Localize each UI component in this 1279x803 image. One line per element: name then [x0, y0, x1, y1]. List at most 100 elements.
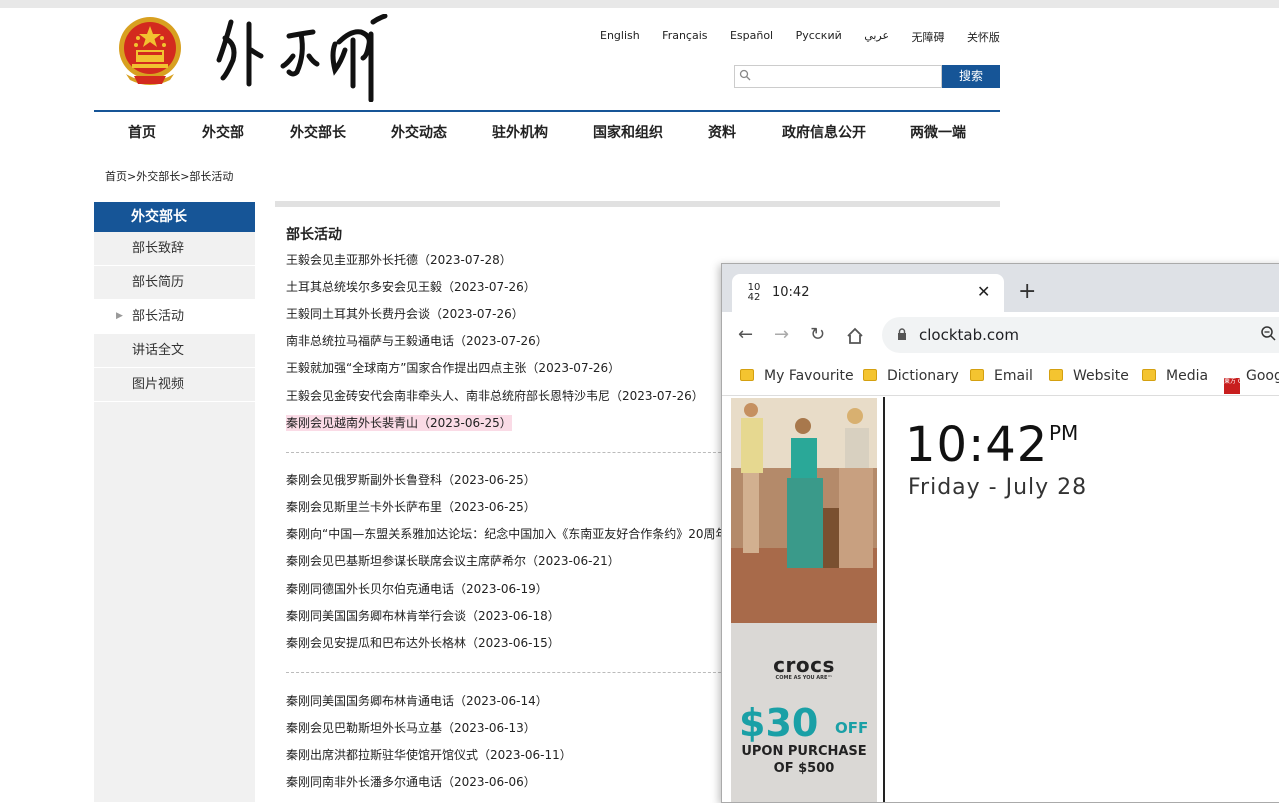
- list-separator: [286, 672, 726, 673]
- oriental-online-logo-icon: 東方 ONLINE: [1224, 378, 1261, 394]
- lang-russian-link[interactable]: Русский: [796, 29, 842, 45]
- news-link-highlighted[interactable]: 秦刚会见越南外长裴青山（2023-06-25）: [286, 415, 512, 431]
- sidebar-item-speeches[interactable]: 部长致辞: [94, 232, 255, 266]
- news-link[interactable]: 秦刚会见巴勒斯坦外长马立基（2023-06-13）: [286, 720, 536, 736]
- nav-social[interactable]: 两微一端: [910, 122, 966, 142]
- news-link[interactable]: 秦刚会见巴基斯坦参谋长联席会议主席萨希尔（2023-06-21）: [286, 553, 620, 569]
- folder-icon: [1142, 369, 1156, 381]
- news-link[interactable]: 南非总统拉马福萨与王毅通电话（2023-07-26）: [286, 333, 548, 349]
- bookmark-folder[interactable]: Dictionary: [863, 368, 959, 384]
- sidebar-item-label: 部长致辞: [132, 241, 185, 256]
- sidebar: 外交部长 部长致辞 部长简历 ▶ 部长活动 讲话全文 图片视频: [94, 202, 255, 802]
- clock-date: Friday - July 28: [908, 475, 1088, 500]
- sidebar-item-label: 部长活动: [132, 309, 185, 324]
- news-link[interactable]: 王毅会见圭亚那外长托德（2023-07-28）: [286, 252, 512, 268]
- sidebar-title: 外交部长: [94, 202, 255, 232]
- sidebar-item-label: 部长简历: [132, 275, 185, 290]
- nav-countries[interactable]: 国家和组织: [593, 122, 663, 142]
- sidebar-item-activities[interactable]: ▶ 部长活动: [94, 300, 255, 334]
- lang-french-link[interactable]: Français: [662, 29, 707, 45]
- breadcrumb[interactable]: 首页>外交部长>部长活动: [105, 168, 233, 184]
- news-link[interactable]: 秦刚出席洪都拉斯驻华使馆开馆仪式（2023-06-11）: [286, 747, 572, 763]
- ad-photo-image[interactable]: [731, 398, 877, 623]
- url-text: clocktab.com: [919, 326, 1019, 344]
- new-tab-icon[interactable]: +: [1018, 279, 1036, 304]
- lang-spanish-link[interactable]: Español: [730, 29, 773, 45]
- folder-icon: [1049, 369, 1063, 381]
- browser-top-edge: [0, 0, 1279, 8]
- tab-strip: 10 42 10:42 ✕ +: [722, 264, 1279, 312]
- home-icon[interactable]: [846, 327, 864, 345]
- sidebar-item-label: 图片视频: [132, 377, 185, 392]
- clock-favicon-icon: 10 42: [747, 282, 761, 303]
- nav-resources[interactable]: 资料: [708, 122, 736, 142]
- tab-title: 10:42: [772, 285, 810, 300]
- sidebar-item-label: 讲话全文: [132, 343, 185, 358]
- news-link[interactable]: 王毅会见金砖安代会南非牵头人、南非总统府部长恩特沙韦尼（2023-07-26）: [286, 388, 704, 404]
- search-icon: [739, 69, 751, 81]
- clocktab-page: crocs COME AS YOU ARE™ $30 OFF UPON PURC…: [722, 397, 1279, 802]
- sidebar-item-full-speeches[interactable]: 讲话全文: [94, 334, 255, 368]
- ad-off: OFF: [835, 719, 869, 737]
- forward-arrow-icon[interactable]: →: [774, 324, 789, 345]
- close-icon[interactable]: ✕: [977, 282, 990, 301]
- accessibility-link[interactable]: 无障碍: [912, 29, 945, 45]
- ad-tagline: COME AS YOU ARE™: [775, 675, 833, 681]
- sidebar-item-media[interactable]: 图片视频: [94, 368, 255, 402]
- mfa-calligraphy-logo[interactable]: [215, 14, 390, 102]
- ad-price: $30: [739, 701, 819, 745]
- news-link[interactable]: 秦刚同德国外长贝尔伯克通电话（2023-06-19）: [286, 581, 548, 597]
- lang-english-link[interactable]: English: [600, 29, 640, 45]
- vertical-divider: [883, 397, 885, 802]
- page-title: 部长活动: [286, 227, 342, 243]
- address-bar[interactable]: clocktab.com: [882, 317, 1279, 353]
- nav-missions[interactable]: 驻外机构: [492, 122, 548, 142]
- bookmarks-bar: My Favourite Dictionary Email Website Me…: [722, 360, 1279, 396]
- zoom-icon[interactable]: [1260, 325, 1276, 341]
- ad-line1: UPON PURCHASE: [741, 744, 867, 759]
- search-button[interactable]: 搜索: [942, 65, 1000, 88]
- bookmark-link[interactable]: 東方 ONLINEGoog: [1224, 368, 1279, 394]
- news-link[interactable]: 秦刚向“中国—东盟关系雅加达论坛：纪念中国加入《东南亚友好合作条约》20周年: [286, 526, 728, 542]
- care-version-link[interactable]: 关怀版: [967, 29, 1000, 45]
- bookmark-folder[interactable]: My Favourite: [740, 368, 854, 384]
- nav-gov-info[interactable]: 政府信息公开: [782, 122, 866, 142]
- content-top-bar: [275, 201, 1000, 207]
- main-nav: 首页 外交部 外交部长 外交动态 驻外机构 国家和组织 资料 政府信息公开 两微…: [94, 112, 1000, 150]
- list-separator: [286, 452, 726, 453]
- news-link[interactable]: 秦刚同美国国务卿布林肯举行会谈（2023-06-18）: [286, 608, 560, 624]
- nav-home[interactable]: 首页: [128, 122, 156, 142]
- reload-icon[interactable]: ↻: [810, 324, 825, 345]
- ad-line2: OF $500: [773, 761, 835, 776]
- nav-mfa[interactable]: 外交部: [202, 122, 244, 142]
- bookmark-folder[interactable]: Website: [1049, 368, 1129, 384]
- news-link[interactable]: 秦刚会见斯里兰卡外长萨布里（2023-06-25）: [286, 499, 536, 515]
- triangle-right-icon: ▶: [116, 311, 123, 321]
- folder-icon: [970, 369, 984, 381]
- chrome-window[interactable]: 10 42 10:42 ✕ + ← → ↻ clocktab.com My Fa…: [721, 263, 1279, 803]
- language-bar: English Français Español Русский عربي 无障…: [600, 29, 1000, 45]
- nav-diplomatic-news[interactable]: 外交动态: [391, 122, 447, 142]
- news-link[interactable]: 秦刚会见安提瓜和巴布达外长格林（2023-06-15）: [286, 635, 560, 651]
- sidebar-item-biography[interactable]: 部长简历: [94, 266, 255, 300]
- news-link[interactable]: 王毅就加强“全球南方”国家合作提出四点主张（2023-07-26）: [286, 360, 620, 376]
- bookmark-folder[interactable]: Email: [970, 368, 1033, 384]
- clock-time: 10:42: [905, 417, 1049, 473]
- clock-ampm: PM: [1049, 421, 1079, 445]
- news-link[interactable]: 秦刚会见俄罗斯副外长鲁登科（2023-06-25）: [286, 472, 536, 488]
- national-emblem-logo[interactable]: [116, 14, 184, 86]
- lang-arabic-link[interactable]: عربي: [864, 29, 889, 45]
- news-link[interactable]: 土耳其总统埃尔多安会见王毅（2023-07-26）: [286, 279, 536, 295]
- crocs-ad[interactable]: crocs COME AS YOU ARE™ $30 OFF UPON PURC…: [731, 623, 877, 802]
- browser-tab[interactable]: 10 42 10:42 ✕: [732, 274, 1004, 312]
- news-link[interactable]: 秦刚同南非外长潘多尔通电话（2023-06-06）: [286, 774, 536, 790]
- bookmark-folder[interactable]: Media: [1142, 368, 1208, 384]
- search-input[interactable]: [734, 65, 942, 88]
- news-link[interactable]: 王毅同土耳其外长费丹会谈（2023-07-26）: [286, 306, 524, 322]
- folder-icon: [740, 369, 754, 381]
- browser-toolbar: ← → ↻ clocktab.com: [722, 312, 1279, 360]
- lock-icon: [898, 328, 906, 340]
- nav-minister[interactable]: 外交部长: [290, 122, 346, 142]
- back-arrow-icon[interactable]: ←: [738, 324, 753, 345]
- news-link[interactable]: 秦刚同美国国务卿布林肯通电话（2023-06-14）: [286, 693, 548, 709]
